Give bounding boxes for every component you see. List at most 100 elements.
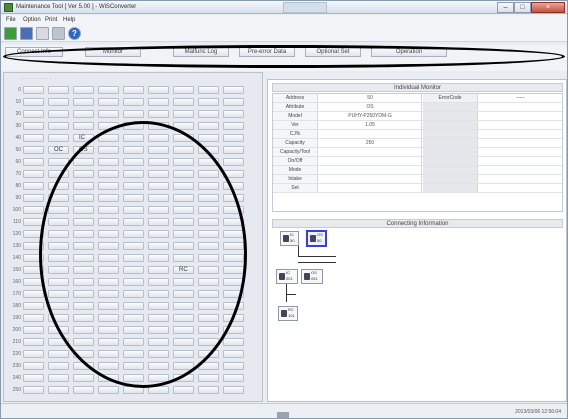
grid-cell[interactable] <box>223 374 244 382</box>
table-row: Model PUHY-P250YDM-G <box>273 112 562 121</box>
grid-cell[interactable] <box>23 146 44 154</box>
grid-cell[interactable] <box>198 110 219 118</box>
grid-cell[interactable] <box>223 158 244 166</box>
minimize-button[interactable]: – <box>497 2 514 13</box>
grid-cell[interactable] <box>48 98 69 106</box>
grid-cell[interactable] <box>73 122 94 130</box>
grid-cell[interactable] <box>223 338 244 346</box>
grid-cell[interactable] <box>73 386 94 394</box>
grid-cell[interactable] <box>73 110 94 118</box>
grid-cell[interactable] <box>23 98 44 106</box>
grid-cell[interactable] <box>23 182 44 190</box>
grid-cell[interactable] <box>223 110 244 118</box>
empty-cell <box>423 184 478 192</box>
grid-cell[interactable] <box>223 146 244 154</box>
grid-cell[interactable] <box>223 134 244 142</box>
menu-option[interactable]: Option <box>23 16 41 25</box>
grid-cell[interactable]: OC <box>48 146 69 154</box>
grid-cell[interactable] <box>98 110 119 118</box>
node-rc-101[interactable]: RC 101 <box>278 306 298 321</box>
row-label: 210 <box>12 339 21 345</box>
error-code-value: ----- <box>516 95 525 101</box>
grid-cell[interactable] <box>223 98 244 106</box>
grid-cell[interactable] <box>23 110 44 118</box>
grid-cell[interactable] <box>23 314 44 322</box>
grid-cell[interactable] <box>23 170 44 178</box>
grid-cell[interactable] <box>173 86 194 94</box>
grid-cell[interactable] <box>48 350 69 358</box>
row-label: 170 <box>12 291 21 297</box>
grid-cell[interactable] <box>198 98 219 106</box>
grid-cell[interactable] <box>173 110 194 118</box>
grid-cell[interactable] <box>48 374 69 382</box>
grid-cell[interactable] <box>48 110 69 118</box>
grid-cell[interactable] <box>73 86 94 94</box>
grid-cell[interactable] <box>223 386 244 394</box>
grid-cell[interactable] <box>48 122 69 130</box>
field-value <box>319 166 422 174</box>
grid-cell[interactable] <box>198 374 219 382</box>
menu-print[interactable]: Print <box>45 16 57 25</box>
close-button[interactable]: × <box>531 2 565 13</box>
grid-cell[interactable] <box>23 194 44 202</box>
grid-cell[interactable] <box>23 302 44 310</box>
grid-cell[interactable] <box>98 386 119 394</box>
grid-cell[interactable] <box>73 374 94 382</box>
print-icon[interactable] <box>36 27 49 40</box>
grid-cell[interactable] <box>198 134 219 142</box>
grid-cell[interactable] <box>223 350 244 358</box>
menu-file[interactable]: File <box>6 16 16 25</box>
grid-cell[interactable] <box>173 98 194 106</box>
grid-cell[interactable] <box>173 386 194 394</box>
help-icon[interactable]: ? <box>68 27 81 40</box>
node-os-50-selected[interactable]: OS 50 <box>306 230 327 247</box>
grid-cell[interactable] <box>48 134 69 142</box>
new-icon[interactable] <box>4 27 17 40</box>
grid-cell[interactable] <box>23 350 44 358</box>
scroll-handle[interactable] <box>277 412 289 418</box>
grid-cell[interactable] <box>98 86 119 94</box>
node-os-051[interactable]: OS 051 <box>301 269 323 284</box>
status-bar: 2013/03/06 12:56:04 <box>1 403 567 418</box>
grid-cell[interactable] <box>23 374 44 382</box>
grid-cell[interactable] <box>23 122 44 130</box>
maximize-button[interactable]: □ <box>514 2 531 13</box>
grid-cell[interactable] <box>148 98 169 106</box>
grid-cell[interactable] <box>123 86 144 94</box>
empty-cell <box>423 130 478 138</box>
menu-help[interactable]: Help <box>63 16 75 25</box>
connection-wire <box>298 256 336 257</box>
save-icon[interactable] <box>20 27 33 40</box>
grid-cell[interactable] <box>73 98 94 106</box>
grid-cell[interactable] <box>23 158 44 166</box>
table-row: On/Off <box>273 157 562 166</box>
grid-cell[interactable] <box>48 362 69 370</box>
grid-cell[interactable] <box>223 86 244 94</box>
grid-cell[interactable] <box>98 98 119 106</box>
grid-cell[interactable] <box>48 386 69 394</box>
grid-cell[interactable] <box>148 86 169 94</box>
grid-cell[interactable] <box>223 122 244 130</box>
field-value <box>319 130 422 138</box>
grid-cell[interactable] <box>123 98 144 106</box>
grid-cell[interactable] <box>23 134 44 142</box>
grid-cell[interactable] <box>198 386 219 394</box>
node-ic-50[interactable]: IC 50 <box>280 231 299 246</box>
grid-cell[interactable] <box>23 362 44 370</box>
grid-cell[interactable] <box>23 206 44 214</box>
grid-cell[interactable] <box>198 122 219 130</box>
grid-cell[interactable] <box>23 326 44 334</box>
grid-cell[interactable] <box>148 110 169 118</box>
grid-cell[interactable] <box>23 290 44 298</box>
row-label: 180 <box>12 303 21 309</box>
settings-icon[interactable] <box>52 27 65 40</box>
title-bar[interactable]: Maintenance Tool [ Ver 5.00 ] - WiSConve… <box>1 1 567 14</box>
grid-cell[interactable] <box>23 338 44 346</box>
grid-cell[interactable] <box>23 386 44 394</box>
grid-cell[interactable] <box>48 86 69 94</box>
grid-cell[interactable] <box>198 86 219 94</box>
grid-cell[interactable] <box>123 110 144 118</box>
node-ic-001[interactable]: IC 001 <box>276 269 298 284</box>
grid-cell[interactable] <box>23 86 44 94</box>
grid-cell[interactable] <box>223 362 244 370</box>
